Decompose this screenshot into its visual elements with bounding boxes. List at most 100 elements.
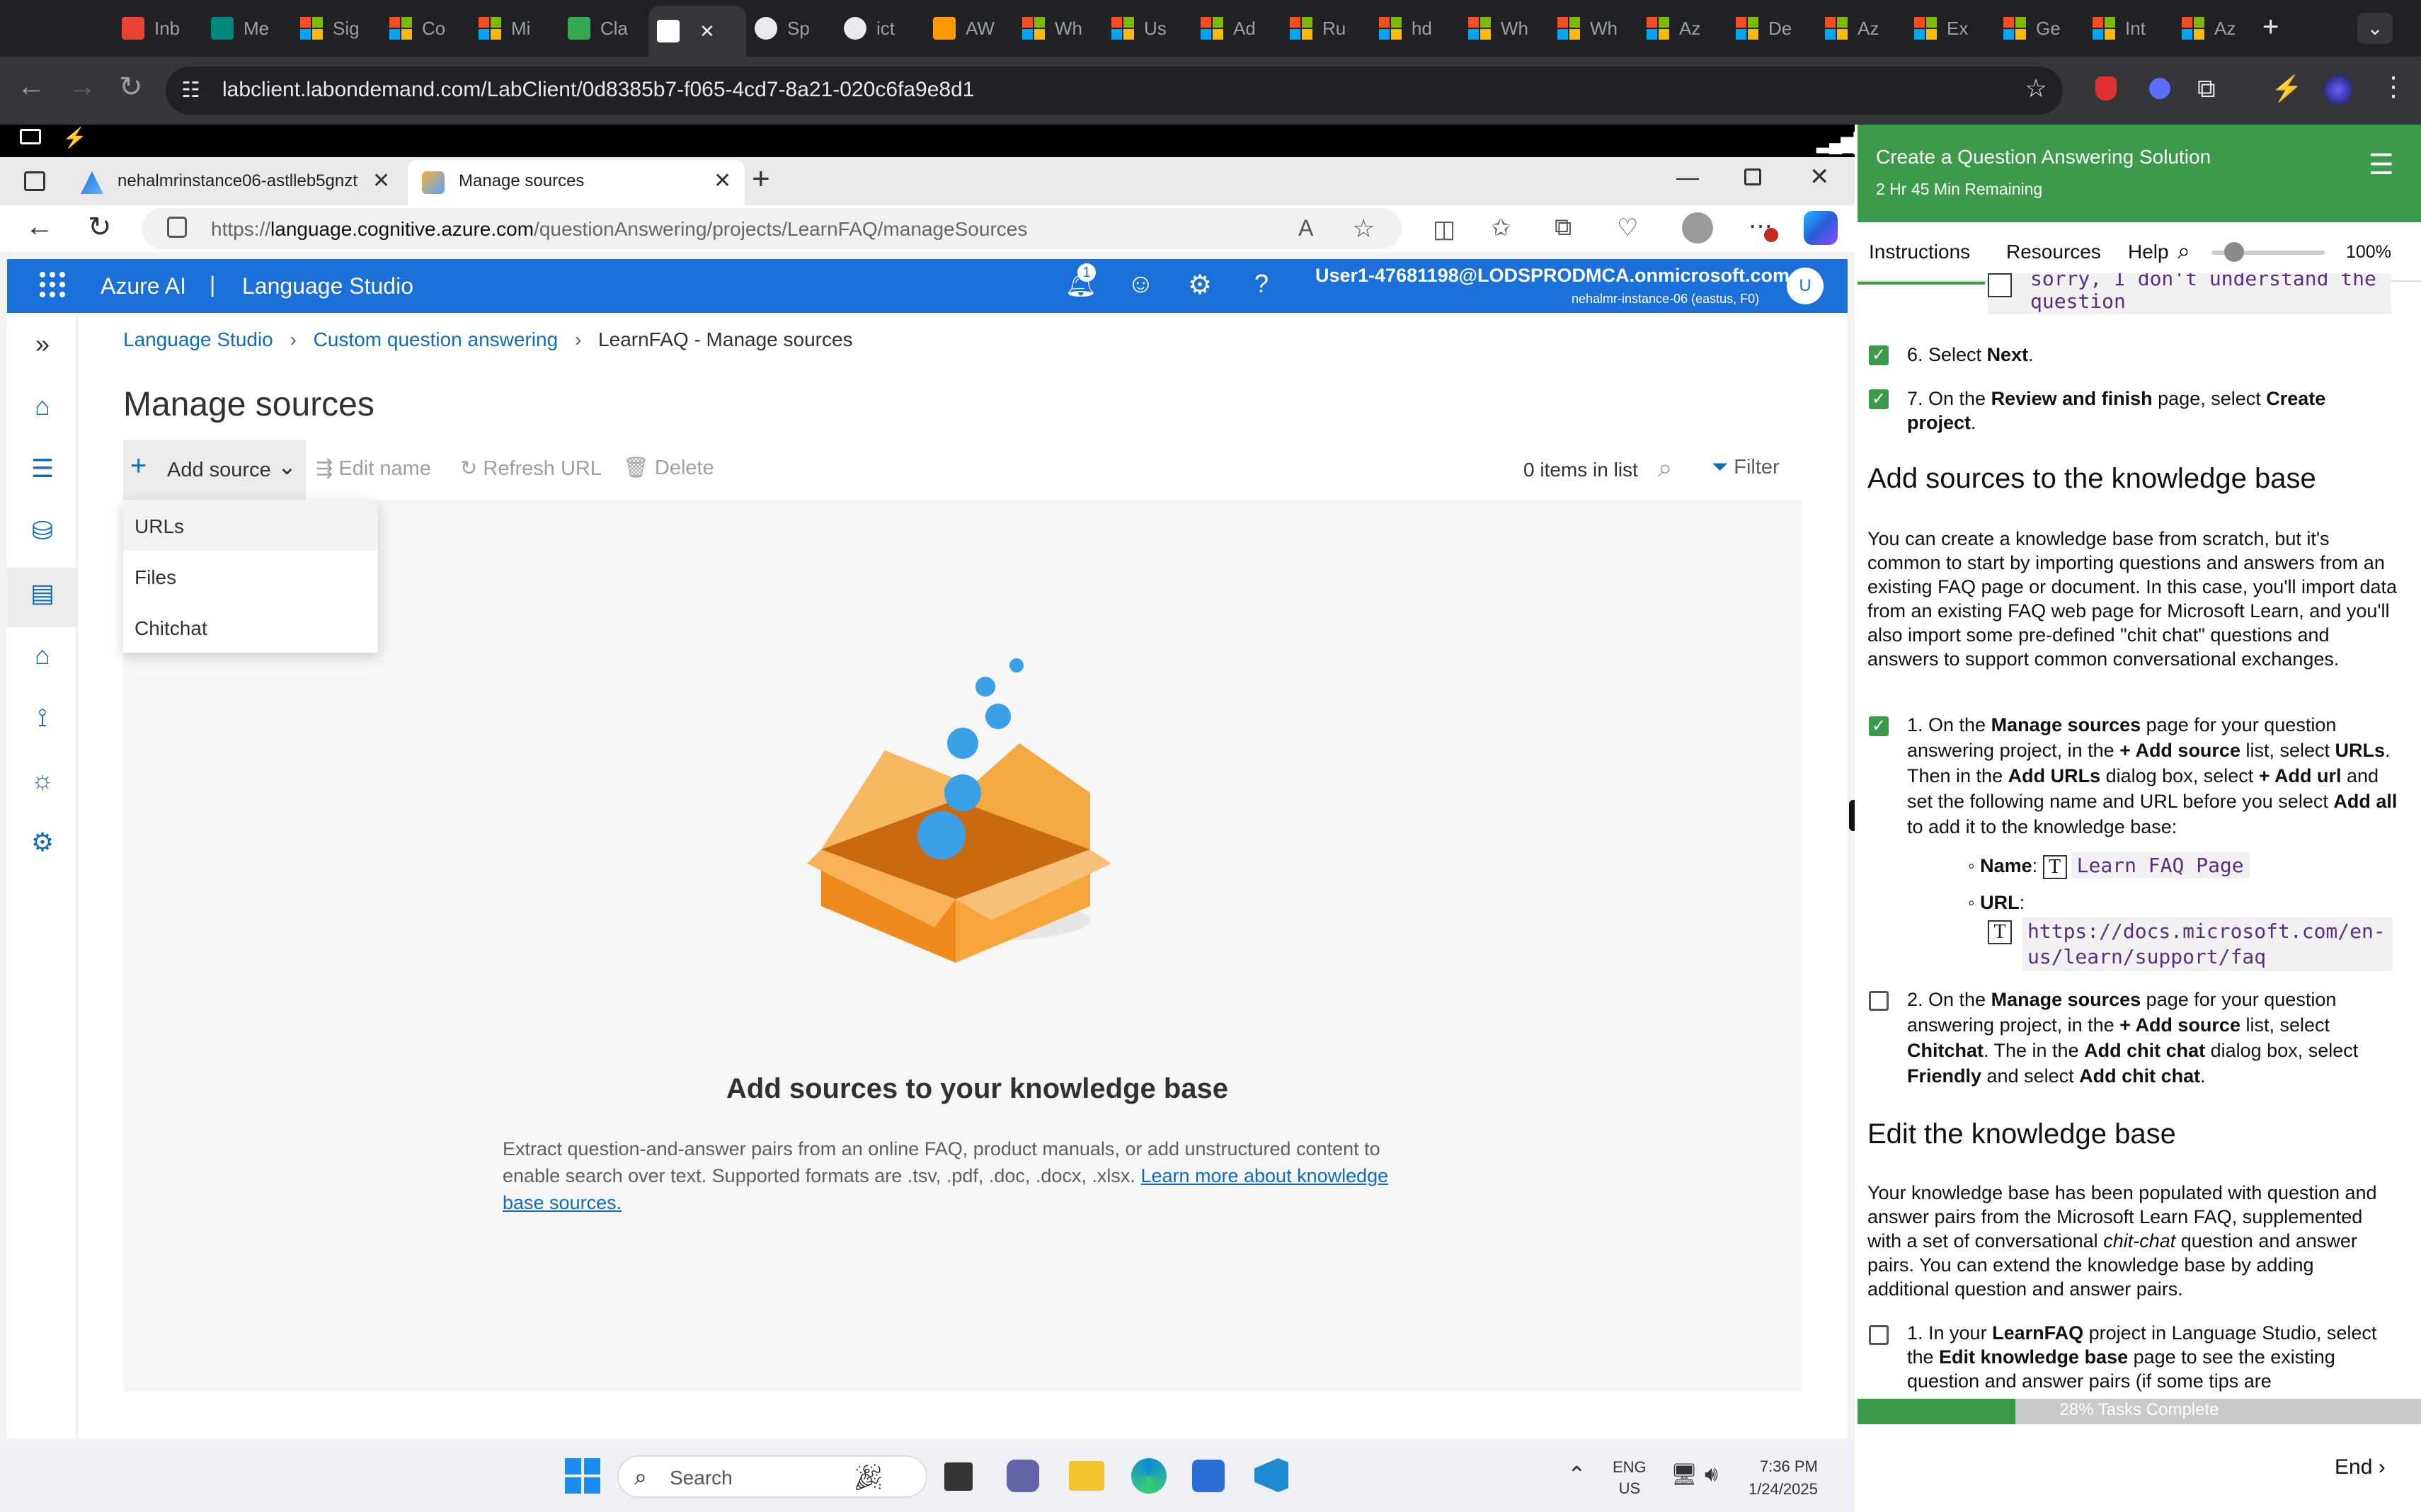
database-icon[interactable]: ⛁ [27,515,58,546]
outer-tab[interactable]: Ge [1995,7,2084,50]
outer-tab[interactable]: Us [1103,7,1192,50]
favorite-star-icon[interactable]: ☆ [1352,214,1375,244]
checkbox-step-6[interactable]: ✓ [1869,345,1889,365]
brand-name[interactable]: Azure AI [101,273,186,299]
outer-tab[interactable]: Az [1816,7,1906,50]
minimize-icon[interactable]: — [1676,164,1699,190]
outer-tab[interactable]: Wh [1014,7,1103,50]
extensions-puzzle-icon[interactable]: ⧉ [2197,74,2216,104]
chrome-menu-icon[interactable]: ⋮ [2380,71,2407,103]
outer-tab[interactable]: ✕ [648,6,746,57]
outer-tab[interactable]: Ad [1192,7,1281,50]
edge-taskbar-icon[interactable] [1131,1458,1167,1494]
outer-tab[interactable]: Co [381,7,470,50]
user-avatar[interactable]: U [1787,268,1824,304]
outer-tab[interactable]: Me [202,7,292,50]
tab-actions-icon[interactable] [24,171,45,191]
zoom-slider-thumb[interactable] [2224,242,2244,262]
home-icon[interactable]: ⌂ [27,391,58,422]
add-source-button[interactable]: + Add source ⌄ [123,440,306,500]
outer-tab[interactable]: Ex [1906,7,1995,50]
edit-name-button[interactable]: ⇶ Edit name [316,456,431,481]
edge-tab-lab[interactable]: nehalmrinstance06-astlleb5gnzty ✕ [67,160,404,205]
performance-icon[interactable]: ⚡ [2271,74,2303,103]
outer-tab[interactable]: Ru [1281,7,1370,50]
tab-search-chevron-icon[interactable]: ⌄ [2357,13,2393,44]
lightbulb-icon[interactable]: ☼ [27,764,58,796]
profile-avatar[interactable] [2323,75,2353,105]
extension-drop-icon[interactable] [2149,78,2170,99]
user-name[interactable]: User1-47681198@LODSPRODMCA.onmicrosoft.c… [1315,265,1790,287]
copy-text-icon[interactable] [1988,273,2012,297]
outer-tab[interactable]: Wh [1549,7,1638,50]
test-icon[interactable]: ⟟ [27,702,58,733]
refresh-url-button[interactable]: ↻ Refresh URL [460,456,602,481]
tab-resources[interactable]: Resources [2006,241,2101,263]
new-tab-plus-icon[interactable]: + [2262,11,2279,43]
outer-tab[interactable]: De [1727,7,1816,50]
outer-tab[interactable]: Sig [292,7,381,50]
chevron-up-icon[interactable]: ⌃ [1567,1461,1586,1488]
outer-tab[interactable]: ict [835,7,925,50]
favorites-icon[interactable]: ✩ [1491,214,1511,242]
restore-icon[interactable] [1744,168,1761,185]
hamburger-menu-icon[interactable]: ☰ [2369,149,2394,181]
bookmark-star-icon[interactable]: ☆ [2025,74,2047,103]
edge-profile-avatar[interactable] [1682,212,1713,244]
network-icon[interactable]: 🖥︎ [1671,1462,1698,1487]
breadcrumb-custom-qa[interactable]: Custom question answering [314,328,559,350]
end-button[interactable]: End › [2335,1455,2386,1479]
lock-icon[interactable] [167,217,187,238]
back-icon[interactable]: ← [17,71,45,103]
app-launcher-icon[interactable] [40,272,65,297]
edge-tab-manage-sources[interactable]: Manage sources ✕ [408,160,745,205]
task-view-icon[interactable] [944,1462,973,1491]
outer-tab[interactable]: Wh [1460,7,1549,50]
deploy-icon[interactable]: ⌂ [27,640,58,671]
help-icon[interactable]: ? [1254,269,1269,299]
delete-button[interactable]: 🗑︎ Delete [623,456,714,480]
feedback-smiley-icon[interactable]: ☺ [1127,269,1155,299]
outer-tab[interactable]: Int [2084,7,2173,50]
edge-refresh-icon[interactable]: ↻ [88,211,112,244]
menu-item-chitchat[interactable]: Chitchat [134,617,207,640]
menu-item-urls[interactable]: URLs [134,515,184,538]
settings-gear-icon[interactable]: ⚙ [1188,269,1212,301]
close-tab-icon[interactable]: ✕ [372,168,390,193]
split-screen-icon[interactable]: ◫ [1433,215,1455,244]
extension-shield-icon[interactable] [2095,76,2117,101]
windows-start-icon[interactable] [565,1458,600,1494]
browser-essentials-icon[interactable]: ♡ [1617,214,1638,242]
outer-tab[interactable]: Cla [559,7,648,50]
outer-tab[interactable]: Az [1638,7,1727,50]
forward-icon[interactable]: → [68,71,96,103]
teams-icon[interactable] [1007,1460,1039,1492]
outer-tab[interactable]: hd [1370,7,1460,50]
type-text-icon[interactable]: T [2042,854,2067,879]
monitor-icon[interactable] [20,129,41,144]
outer-tab[interactable]: Sp [746,7,835,50]
manage-sources-icon[interactable]: ▤ [27,578,58,609]
store-icon[interactable] [1192,1460,1225,1492]
outer-tab[interactable]: Az [2173,7,2262,50]
edge-back-icon[interactable]: ← [25,211,54,243]
checkbox-add-urls[interactable]: ✓ [1869,716,1889,736]
breadcrumb-language-studio[interactable]: Language Studio [123,328,273,350]
checkbox-step-7[interactable]: ✓ [1869,389,1889,409]
search-icon[interactable]: ⌕ [1658,453,1672,483]
reload-icon[interactable]: ↻ [119,71,143,103]
expand-nav-icon[interactable]: » [27,328,58,360]
site-settings-icon[interactable]: ☷ [181,78,200,103]
url-value[interactable]: https://docs.microsoft.com/en-us/learn/s… [2022,917,2393,971]
project-settings-icon[interactable]: ⚙ [27,827,58,858]
list-icon[interactable]: ☰ [27,453,58,484]
tab-instructions[interactable]: Instructions [1869,241,1970,263]
outer-tab[interactable]: Mi [470,7,559,50]
lightning-icon[interactable]: ⚡ [62,126,87,149]
close-tab-icon[interactable]: ✕ [699,21,715,42]
checkbox-edit-kb[interactable] [1869,1325,1889,1345]
product-name[interactable]: Language Studio [242,273,413,299]
collections-icon[interactable]: ⧉ [1555,214,1572,241]
type-text-icon[interactable]: T [1988,920,2012,944]
filter-button[interactable]: ⏷ Filter [1712,456,1780,479]
